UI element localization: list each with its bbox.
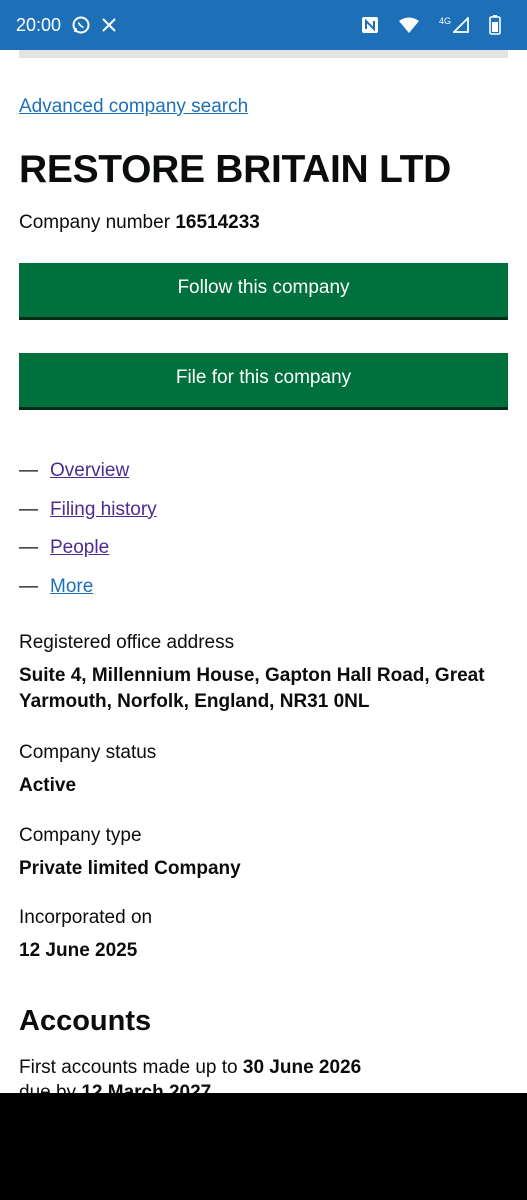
accounts-due-line: due by 12 March 2027: [19, 1082, 211, 1093]
accounts-due-label: due by: [19, 1082, 77, 1093]
registered-office-value: Suite 4, Millennium House, Gapton Hall R…: [19, 665, 485, 712]
network-type-label: 4G: [438, 16, 451, 26]
incorporated-value: 12 June 2025: [19, 940, 138, 961]
first-accounts-label: First accounts made up to: [19, 1057, 238, 1078]
company-type-value: Private limited Company: [19, 858, 241, 879]
dash-bullet: —: [19, 575, 38, 597]
nav-item-people: — People: [19, 529, 157, 568]
navigation-bar-area: [0, 1093, 527, 1200]
battery-icon: [489, 15, 501, 35]
page-content: Advanced company search RESTORE BRITAIN …: [0, 50, 527, 1093]
nav-item-overview: — Overview: [19, 452, 157, 491]
registered-office-label: Registered office address: [19, 632, 235, 653]
dash-bullet: —: [19, 537, 38, 559]
company-name: RESTORE BRITAIN LTD: [19, 148, 451, 191]
nav-item-more: — More: [19, 568, 157, 607]
company-nav: — Overview — Filing history — People — M…: [19, 452, 157, 606]
advanced-search-link[interactable]: Advanced company search: [19, 96, 248, 118]
company-status-value: Active: [19, 775, 77, 796]
incorporated-field: Incorporated on 12 June 2025: [19, 907, 508, 964]
signal-icon: [453, 17, 469, 33]
company-type-field: Company type Private limited Company: [19, 825, 508, 882]
x-icon: [101, 17, 117, 33]
nav-link-overview[interactable]: Overview: [50, 460, 129, 482]
whatsapp-icon: [71, 15, 91, 35]
nav-item-filing-history: — Filing history: [19, 491, 157, 530]
nav-link-filing-history[interactable]: Filing history: [50, 499, 157, 521]
status-time: 20:00: [16, 14, 62, 35]
file-for-company-button[interactable]: File for this company: [19, 353, 508, 407]
company-status-label: Company status: [19, 742, 157, 763]
first-accounts-date: 30 June 2026: [242, 1057, 362, 1078]
company-number-line: Company number 16514233: [19, 212, 260, 234]
nfc-icon: [361, 16, 379, 34]
registered-office-field: Registered office address Suite 4, Mille…: [19, 632, 508, 715]
company-type-label: Company type: [19, 825, 142, 846]
incorporated-label: Incorporated on: [19, 907, 153, 928]
company-status-field: Company status Active: [19, 742, 508, 799]
company-number-label: Company number: [19, 212, 171, 233]
first-accounts-line: First accounts made up to 30 June 2026: [19, 1057, 361, 1079]
header-divider: [19, 50, 508, 58]
status-bar: 20:00 4G: [0, 0, 527, 50]
nav-link-people[interactable]: People: [50, 537, 109, 559]
dash-bullet: —: [19, 460, 38, 482]
dash-bullet: —: [19, 498, 38, 520]
wifi-icon: [398, 17, 419, 33]
follow-company-button[interactable]: Follow this company: [19, 263, 508, 317]
company-number-value: 16514233: [175, 212, 260, 233]
accounts-heading: Accounts: [19, 1005, 152, 1037]
nav-link-more[interactable]: More: [50, 576, 93, 598]
accounts-due-date: 12 March 2027: [81, 1082, 212, 1093]
